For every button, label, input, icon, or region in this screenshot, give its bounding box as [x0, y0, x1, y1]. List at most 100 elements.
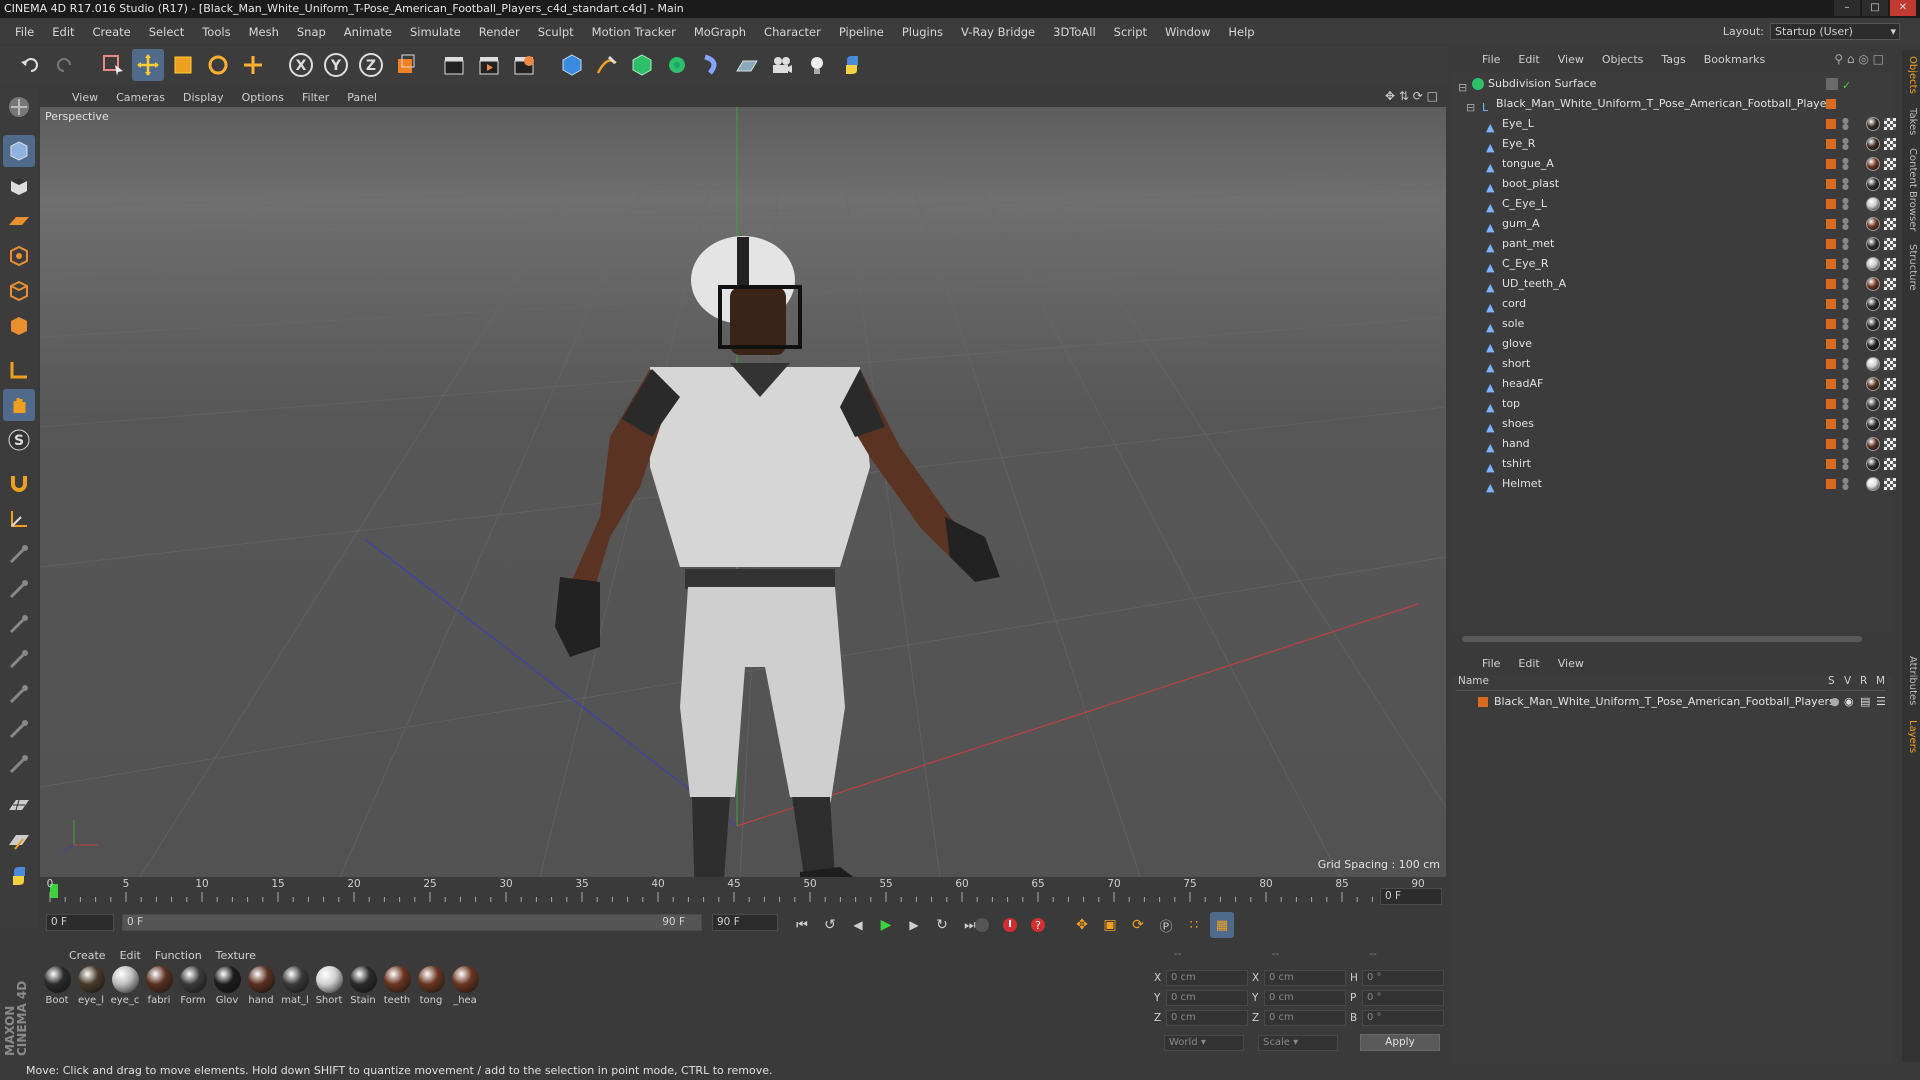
workplane-mode-button[interactable]	[3, 205, 35, 237]
menu-create[interactable]: Create	[84, 25, 140, 39]
visibility-dots-icon[interactable]: ● ●	[1842, 177, 1849, 191]
visibility-dots-icon[interactable]: ● ●	[1842, 437, 1849, 451]
layer-color-swatch[interactable]	[1826, 159, 1836, 169]
keyframe-help-button[interactable]: ?	[1026, 912, 1050, 938]
material-tag-icon[interactable]	[1866, 257, 1880, 271]
visibility-dots-icon[interactable]: ● ●	[1842, 477, 1849, 491]
visibility-dots-icon[interactable]: ● ●	[1842, 277, 1849, 291]
rotation-b-field[interactable]: 0 °	[1362, 1010, 1444, 1026]
layer-render-icon[interactable]: ▤	[1860, 693, 1870, 711]
frame-range-slider[interactable]: 0 F 90 F	[122, 914, 702, 931]
render-settings-button[interactable]	[508, 49, 540, 81]
undo-button[interactable]	[14, 49, 46, 81]
layer-color-swatch[interactable]	[1478, 697, 1488, 707]
workplane-axis-button[interactable]	[3, 503, 35, 535]
visibility-dots-icon[interactable]: ● ●	[1842, 297, 1849, 311]
object-row[interactable]: ▲ short ● ●	[1452, 354, 1896, 374]
camera-button[interactable]	[766, 49, 798, 81]
material-menu-function[interactable]: Function	[150, 949, 207, 962]
light-button[interactable]	[801, 49, 833, 81]
tab-takes[interactable]: Takes	[1902, 108, 1918, 135]
make-editable-button[interactable]	[3, 91, 35, 123]
object-row[interactable]: ▲ sole ● ●	[1452, 314, 1896, 334]
om-menu-tags[interactable]: Tags	[1653, 53, 1693, 66]
menu-file[interactable]: File	[6, 25, 43, 39]
viewport-menu-view[interactable]: View	[66, 91, 104, 104]
menu-3dtoall[interactable]: 3DToAll	[1044, 25, 1105, 39]
key-position-button[interactable]: ✥	[1070, 912, 1094, 938]
om-menu-file[interactable]: File	[1474, 53, 1508, 66]
transform-tool-button[interactable]	[237, 49, 269, 81]
redo-button[interactable]	[49, 49, 81, 81]
enabled-check-icon[interactable]: ✓	[1842, 76, 1851, 96]
material-tag-icon[interactable]	[1866, 157, 1880, 171]
prev-frame-button[interactable]: ◀	[846, 912, 870, 938]
live-selection-button[interactable]	[97, 49, 129, 81]
menu-pipeline[interactable]: Pipeline	[830, 25, 893, 39]
visibility-dots-icon[interactable]: ● ●	[1842, 457, 1849, 471]
layer-color-swatch[interactable]	[1826, 439, 1836, 449]
visibility-dots-icon[interactable]: ● ●	[1842, 157, 1849, 171]
visibility-dots-icon[interactable]: ● ●	[1842, 397, 1849, 411]
object-row[interactable]: ▲ tshirt ● ●	[1452, 454, 1896, 474]
layer-color-swatch[interactable]	[1826, 119, 1836, 129]
texture-tag-icon[interactable]	[1884, 118, 1896, 130]
minimize-button[interactable]: –	[1834, 0, 1860, 16]
floor-button[interactable]	[731, 49, 763, 81]
layer-color-swatch[interactable]	[1826, 339, 1836, 349]
object-row-root[interactable]: ⊟ Subdivision Surface ✓	[1452, 74, 1892, 94]
om-search-icon[interactable]: ⚲ ⌂ ◎ □	[1834, 52, 1884, 66]
texture-tag-icon[interactable]	[1884, 478, 1896, 490]
material-tag-icon[interactable]	[1866, 197, 1880, 211]
object-row[interactable]: ▲ Eye_L ● ●	[1452, 114, 1896, 134]
render-to-picture-viewer-button[interactable]	[473, 49, 505, 81]
layer-manager-icon[interactable]: ☰	[1876, 693, 1886, 711]
material-item[interactable]: mat_l	[280, 966, 310, 1016]
menu-tools[interactable]: Tools	[193, 25, 239, 39]
material-item[interactable]: Short	[314, 966, 344, 1016]
scale-tool-button[interactable]	[167, 49, 199, 81]
texture-tag-icon[interactable]	[1884, 258, 1896, 270]
lm-menu-edit[interactable]: Edit	[1510, 657, 1547, 670]
object-row[interactable]: ▲ top ● ●	[1452, 394, 1896, 414]
tab-structure[interactable]: Structure	[1902, 244, 1918, 291]
texture-tag-icon[interactable]	[1884, 198, 1896, 210]
layer-color-swatch[interactable]	[1826, 459, 1836, 469]
material-tag-icon[interactable]	[1866, 377, 1880, 391]
z-axis-button[interactable]: Z	[355, 49, 387, 81]
sculpt-tool-6[interactable]	[3, 713, 35, 745]
material-tag-icon[interactable]	[1866, 317, 1880, 331]
layer-row[interactable]: Black_Man_White_Uniform_T_Pose_American_…	[1456, 693, 1886, 711]
texture-tag-icon[interactable]	[1884, 458, 1896, 470]
visibility-dots-icon[interactable]: ● ●	[1842, 377, 1849, 391]
menu-window[interactable]: Window	[1156, 25, 1219, 39]
om-menu-edit[interactable]: Edit	[1510, 53, 1547, 66]
material-tag-icon[interactable]	[1866, 137, 1880, 151]
material-tag-icon[interactable]	[1866, 297, 1880, 311]
menu-edit[interactable]: Edit	[43, 25, 83, 39]
apply-button[interactable]: Apply	[1360, 1034, 1440, 1051]
magnet-button[interactable]	[3, 468, 35, 500]
sketch-button[interactable]	[3, 825, 35, 857]
texture-tag-icon[interactable]	[1884, 238, 1896, 250]
texture-tag-icon[interactable]	[1884, 318, 1896, 330]
visibility-dots-icon[interactable]: ● ●	[1842, 317, 1849, 331]
texture-tag-icon[interactable]	[1884, 178, 1896, 190]
lm-menu-view[interactable]: View	[1550, 657, 1592, 670]
object-row[interactable]: ▲ Eye_R ● ●	[1452, 134, 1896, 154]
object-row[interactable]: ▲ tongue_A ● ●	[1452, 154, 1896, 174]
material-item[interactable]: eye_c	[110, 966, 140, 1016]
texture-tag-icon[interactable]	[1884, 358, 1896, 370]
rotate-tool-button[interactable]	[202, 49, 234, 81]
object-row[interactable]: ▲ pant_met ● ●	[1452, 234, 1896, 254]
layer-color-swatch[interactable]	[1826, 359, 1836, 369]
visibility-dots-icon[interactable]: ● ●	[1842, 197, 1849, 211]
points-mode-button[interactable]	[3, 240, 35, 272]
texture-tag-icon[interactable]	[1884, 438, 1896, 450]
material-item[interactable]: Boot	[42, 966, 72, 1016]
object-row[interactable]: ▲ headAF ● ●	[1452, 374, 1896, 394]
tab-content-browser[interactable]: Content Browser	[1902, 148, 1918, 231]
visibility-dots-icon[interactable]: ● ●	[1842, 337, 1849, 351]
material-tag-icon[interactable]	[1866, 217, 1880, 231]
sculpt-tool-1[interactable]	[3, 538, 35, 570]
